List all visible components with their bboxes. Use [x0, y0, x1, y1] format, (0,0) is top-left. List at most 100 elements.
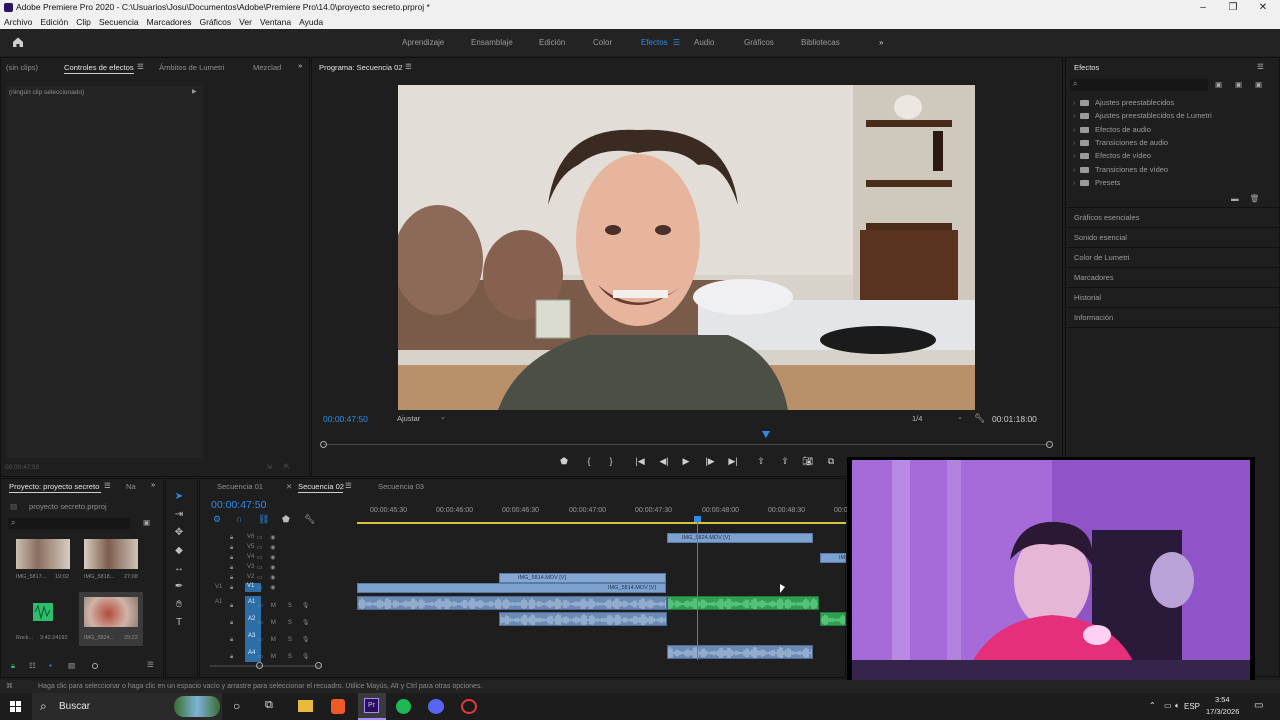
filter-icon[interactable]: ⇲ [266, 463, 272, 471]
effects-folder[interactable]: › Efectos de vídeo [1073, 151, 1151, 160]
mark-out-icon[interactable]: } [605, 455, 617, 467]
icon-view-icon[interactable]: ▪ [49, 661, 52, 670]
solo-button[interactable]: S [288, 637, 292, 643]
mark-in-icon[interactable]: { [583, 455, 595, 467]
sync-icon[interactable]: ▭ [257, 565, 263, 571]
eye-icon[interactable]: ◉ [270, 585, 275, 591]
tab-secuencia-03[interactable]: Secuencia 03 [378, 482, 424, 491]
lock-icon[interactable]: 🔒︎ [230, 654, 233, 660]
linked-selection-icon[interactable]: ⛓︎ [258, 514, 269, 525]
search-highlight-image[interactable] [174, 696, 220, 717]
new-bin-icon[interactable]: ▬ [1231, 194, 1239, 203]
source-patch-v1[interactable]: V1 [215, 584, 222, 590]
menu-graficos[interactable]: Gráficos [195, 15, 235, 29]
tab-nav[interactable]: Na [126, 482, 136, 491]
project-menu-icon[interactable]: ☰ [104, 481, 111, 490]
lock-icon[interactable]: 🔒︎ [230, 565, 233, 571]
source-patch-a1[interactable]: A1 [215, 599, 222, 605]
sync-icon[interactable]: ▭ [257, 535, 263, 541]
workspace-edicion[interactable]: Edición [539, 38, 565, 47]
tab-sin-clips[interactable]: (sin clips) [6, 63, 38, 72]
extract-icon[interactable]: ⇪ [779, 455, 791, 467]
project-thumb-rock-audio[interactable] [16, 597, 70, 627]
razor-tool-icon[interactable]: ◆ [173, 545, 185, 557]
scrub-start-handle[interactable] [320, 441, 327, 448]
effects-folder[interactable]: › Presets [1073, 178, 1120, 187]
clock-time[interactable]: 3:54 [1215, 695, 1230, 704]
workspace-color[interactable]: Color [593, 38, 612, 47]
section-graficos-esenciales[interactable]: Gráficos esenciales [1074, 213, 1139, 222]
discord-icon[interactable] [428, 699, 444, 714]
mic-icon[interactable]: 🎙︎ [302, 637, 310, 643]
video-clip-v1[interactable]: IMG_5814.MOV [V] [357, 583, 666, 593]
sync-icon[interactable]: ▭ [257, 545, 263, 551]
program-playhead[interactable] [762, 431, 771, 438]
32bit-effects-icon[interactable]: ▣ [1235, 80, 1242, 89]
panel-overflow-icon[interactable]: » [298, 61, 302, 70]
timeline-timecode[interactable]: 00:00:47:50 [211, 499, 266, 511]
tab-menu-icon[interactable]: ☰ [137, 62, 144, 71]
lock-icon[interactable]: 🔒︎ [230, 545, 233, 551]
panel-overflow-icon[interactable]: » [151, 480, 155, 489]
fit-chevron-down-icon[interactable]: ⌄ [440, 413, 446, 421]
effects-panel-title[interactable]: Efectos [1074, 63, 1099, 72]
go-to-in-icon[interactable]: |◀ [634, 455, 646, 467]
fit-dropdown[interactable]: Ajustar [397, 414, 420, 423]
timeline-playhead[interactable] [694, 516, 701, 522]
close-button[interactable]: ✕ [1248, 0, 1278, 15]
zoom-scroll-handle-right[interactable] [315, 662, 322, 669]
sync-icon[interactable]: ▭ [257, 637, 263, 643]
effects-folder[interactable]: › Transiciones de vídeo [1073, 165, 1168, 174]
language-indicator[interactable]: ESP [1184, 702, 1200, 711]
sync-icon[interactable]: ▭ [257, 654, 263, 660]
obs-app-icon[interactable] [461, 699, 477, 714]
video-clip-v5[interactable]: IM [820, 553, 846, 563]
eye-icon[interactable]: ◉ [270, 565, 275, 571]
mute-button[interactable]: M [271, 603, 276, 609]
play-icon[interactable]: ▶ [680, 455, 692, 467]
workspace-audio[interactable]: Audio [694, 38, 714, 47]
taskbar-search[interactable]: ⌕ Buscar [32, 693, 222, 720]
sync-icon[interactable]: ▭ [257, 555, 263, 561]
snap-magnet-icon[interactable]: ∩ [236, 514, 242, 524]
nest-icon[interactable]: ⚙︎ [213, 514, 221, 525]
tab-secuencia-02[interactable]: Secuencia 02 [298, 482, 344, 491]
comparison-view-icon[interactable]: ⧉ [825, 455, 837, 467]
clock-date[interactable]: 17/3/2026 [1206, 707, 1239, 716]
eye-icon[interactable]: ◉ [270, 555, 275, 561]
zoom-slider-handle[interactable] [92, 663, 98, 669]
lock-icon[interactable]: 🔒︎ [230, 603, 233, 609]
lock-icon[interactable]: 🔒︎ [230, 637, 233, 643]
yuv-effects-icon[interactable]: ▣ [1255, 80, 1262, 89]
tab-proyecto[interactable]: Proyecto: proyecto secreto [9, 482, 99, 491]
section-marcadores[interactable]: Marcadores [1074, 273, 1114, 282]
video-clip-v6[interactable]: IMG_5824.MOV [V] [667, 533, 813, 543]
effects-folder[interactable]: › Efectos de audio [1073, 125, 1151, 134]
effects-folder[interactable]: › Ajustes preestablecidos de Lumetri [1073, 111, 1212, 120]
project-thumb-img5824[interactable] [84, 597, 138, 627]
expand-arrow-icon[interactable]: ▶ [192, 88, 197, 95]
effects-search-input[interactable]: ⌕ [1070, 79, 1208, 91]
work-area-bar[interactable] [357, 522, 846, 524]
workspace-ensamblaje[interactable]: Ensamblaje [471, 38, 513, 47]
add-marker-icon[interactable]: ⬟ [558, 455, 570, 467]
tray-chevron-icon[interactable]: ⌃ [1149, 701, 1156, 710]
scrub-end-handle[interactable] [1046, 441, 1053, 448]
freeform-view-icon[interactable]: ▤ [68, 661, 75, 670]
section-informacion[interactable]: Información [1074, 313, 1113, 322]
add-marker-icon[interactable]: ⬟ [282, 514, 290, 525]
accelerated-effects-icon[interactable]: ▣ [1215, 80, 1222, 89]
windows-start-icon[interactable] [10, 701, 21, 712]
lock-icon[interactable]: 🔒︎ [11, 661, 15, 671]
workspace-aprendizaje[interactable]: Aprendizaje [402, 38, 444, 47]
effects-folder[interactable]: › Transiciones de audio [1073, 138, 1168, 147]
mic-icon[interactable]: 🎙︎ [302, 603, 310, 609]
zoom-scroll-handle-left[interactable] [256, 662, 263, 669]
audio-clip-a2[interactable] [499, 612, 667, 626]
spotify-icon[interactable] [396, 699, 411, 714]
workspace-menu-icon[interactable]: ☰ [673, 38, 680, 47]
minimize-button[interactable]: – [1188, 0, 1218, 15]
workspace-overflow-icon[interactable]: » [879, 38, 883, 47]
menu-ayuda[interactable]: Ayuda [295, 15, 327, 29]
solo-button[interactable]: S [288, 654, 292, 660]
